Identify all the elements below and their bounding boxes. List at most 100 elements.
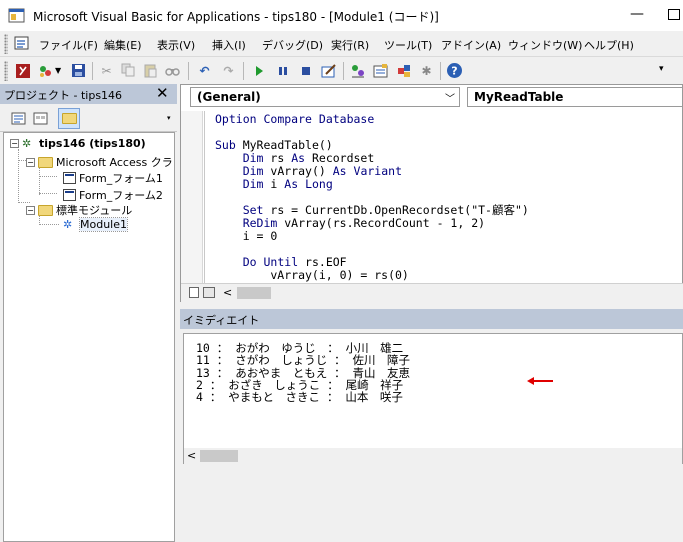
immediate-title-bar[interactable]: イミディエイト <box>180 309 683 329</box>
object-browser-icon[interactable] <box>395 62 412 79</box>
code-keyword: ReDim <box>242 216 278 230</box>
folder-icon <box>38 156 53 168</box>
immediate-pane[interactable]: 10 ： おがわ ゆうじ ： 小川 雄二 11 ： さがわ しょうじ ： 佐川 障… <box>183 333 683 464</box>
immediate-hscroll: < <box>184 448 682 464</box>
standard-toolbar: ▼ ✂ ↶ ↷ ✱ ? ▾ <box>0 56 683 84</box>
tree-node-form2[interactable]: Form_フォーム2 <box>63 187 163 203</box>
form-icon <box>63 172 76 184</box>
immediate-line[interactable]: 11 ： さがわ しょうじ ： 佐川 障子 <box>196 354 410 367</box>
dropdown-arrow-icon[interactable]: ▼ <box>55 66 61 75</box>
toolbox-icon[interactable]: ✱ <box>418 62 435 79</box>
code-window: (General) ﹀ MyReadTable Option Compare D… <box>180 84 683 302</box>
tree-node-access-objects[interactable]: − Microsoft Access クラ <box>26 154 173 170</box>
immediate-output[interactable]: 10 ： おがわ ゆうじ ： 小川 雄二 11 ： さがわ しょうじ ： 佐川 障… <box>196 342 410 404</box>
menu-debug[interactable]: デバッグ(D) <box>262 37 323 53</box>
menu-run[interactable]: 実行(R) <box>331 37 369 53</box>
code-line[interactable]: vArray(i, 0) = rs(0) <box>215 269 683 282</box>
menu-edit[interactable]: 編集(E) <box>104 37 142 53</box>
folder-icon <box>38 204 53 216</box>
menu-view[interactable]: 表示(V) <box>157 37 195 53</box>
maximize-button[interactable] <box>668 9 680 20</box>
procedure-combo[interactable]: MyReadTable <box>467 87 683 107</box>
break-icon[interactable] <box>274 62 291 79</box>
code-keyword: Until <box>263 255 299 269</box>
save-icon[interactable] <box>70 62 87 79</box>
code-editor[interactable]: Option Compare Database​Sub MyReadTable(… <box>215 113 683 283</box>
procedure-view-icon[interactable] <box>189 287 199 298</box>
redo-icon[interactable]: ↷ <box>220 62 237 79</box>
menu-help[interactable]: ヘルプ(H) <box>584 37 634 53</box>
menu-window[interactable]: ウィンドウ(W) <box>508 37 582 53</box>
paste-icon[interactable] <box>142 62 159 79</box>
project-explorer-title-bar[interactable]: プロジェクト - tips146 <box>0 84 177 104</box>
collapse-icon[interactable]: − <box>26 205 35 215</box>
module-icon: ✲ <box>63 218 73 231</box>
svg-text:?: ? <box>451 65 457 78</box>
copy-icon[interactable] <box>120 62 137 79</box>
view-code-icon[interactable] <box>10 110 27 127</box>
close-icon[interactable]: ✕ <box>156 84 169 102</box>
find-icon[interactable] <box>164 62 181 79</box>
code-line[interactable]: i = 0 <box>215 230 683 243</box>
immediate-window: イミディエイト 10 ： おがわ ゆうじ ： 小川 雄二 11 ： さがわ しょう… <box>180 309 683 464</box>
code-keyword: Dim <box>242 151 264 165</box>
minimize-button[interactable]: — <box>630 6 644 22</box>
tree-node-module1[interactable]: ✲ Module1 <box>63 217 128 232</box>
form-icon <box>63 189 76 201</box>
design-mode-icon[interactable] <box>320 62 337 79</box>
view-object-icon[interactable] <box>32 110 49 127</box>
access-objects-label: Microsoft Access クラ <box>56 156 173 169</box>
tree-node-standard-modules[interactable]: − 標準モジュール <box>26 202 132 218</box>
immediate-line[interactable]: 4 ： やまもと さきこ ： 山本 咲子 <box>196 391 410 404</box>
code-keyword: Sub <box>215 138 236 152</box>
module-window-icon[interactable] <box>14 36 30 51</box>
code-keyword: As <box>332 164 347 178</box>
code-margin-divider <box>204 111 205 283</box>
menu-addins[interactable]: アドイン(A) <box>441 37 501 53</box>
tree-node-project[interactable]: − ✲ tips146 (tips180) <box>10 137 146 150</box>
toolbar-overflow-icon[interactable]: ▾ <box>659 64 664 74</box>
properties-icon[interactable] <box>372 62 389 79</box>
excel-icon[interactable] <box>14 62 31 79</box>
right-pane: (General) ﹀ MyReadTable Option Compare D… <box>180 84 683 464</box>
code-keyword: Dim <box>242 177 264 191</box>
menu-file[interactable]: ファイル(F) <box>39 37 98 53</box>
cut-icon[interactable]: ✂ <box>98 62 115 79</box>
full-module-view-icon[interactable] <box>203 287 215 298</box>
annotation-arrow-icon <box>527 377 553 385</box>
project-explorer-icon[interactable] <box>349 62 366 79</box>
immediate-hscroll-thumb[interactable] <box>200 450 238 462</box>
code-keyword: Variant <box>353 164 402 178</box>
code-line[interactable]: ReDim vArray(rs.RecordCount - 1, 2) <box>215 217 683 230</box>
reset-icon[interactable] <box>297 62 314 79</box>
collapse-icon[interactable]: − <box>26 157 35 167</box>
undo-icon[interactable]: ↶ <box>196 62 213 79</box>
tree-guide-line <box>39 176 57 177</box>
code-keyword: Database <box>318 113 375 126</box>
menu-insert[interactable]: 挿入(I) <box>212 37 246 53</box>
form2-label: Form_フォーム2 <box>79 189 163 202</box>
run-icon[interactable] <box>250 62 267 79</box>
tree-guide-line <box>18 149 19 203</box>
help-icon[interactable]: ? <box>446 62 463 79</box>
chevron-down-icon[interactable]: ﹀ <box>445 90 455 105</box>
project-explorer: プロジェクト - tips146 ✕ ▾ − ✲ tips146 (tips18… <box>0 84 177 542</box>
code-line[interactable]: Dim i As Long <box>215 178 683 191</box>
menu-tools[interactable]: ツール(T) <box>384 37 432 53</box>
menu-grip[interactable] <box>4 34 8 54</box>
object-combo-value: (General) <box>197 90 261 104</box>
tree-node-form1[interactable]: Form_フォーム1 <box>63 170 163 186</box>
collapse-icon[interactable]: − <box>10 139 19 148</box>
project-icon: ✲ <box>22 137 32 150</box>
toggle-folders-icon[interactable] <box>58 108 80 129</box>
toolbar-grip[interactable] <box>4 61 8 81</box>
scroll-left-icon[interactable]: < <box>187 449 196 462</box>
code-line[interactable]: Option Compare Database <box>215 113 683 126</box>
code-margin[interactable] <box>181 111 203 301</box>
insert-module-icon[interactable] <box>36 62 53 79</box>
code-hscroll-thumb[interactable] <box>237 287 271 299</box>
toolbar-separator <box>243 62 244 80</box>
object-combo[interactable]: (General) ﹀ <box>190 87 460 107</box>
toolbar-overflow-icon[interactable]: ▾ <box>167 114 171 122</box>
scroll-left-icon[interactable]: < <box>223 286 232 299</box>
